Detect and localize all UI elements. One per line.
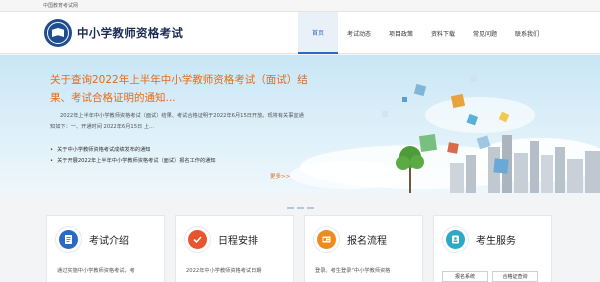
carousel-dot[interactable]	[286, 207, 294, 209]
main-nav: 首页 考试动态 项目政策 资料下载 常见问题 联系我们	[298, 12, 548, 54]
org-name[interactable]: 中国教育考试网	[43, 2, 78, 9]
headline-summary: 2022年上半年中小学教师资格考试（面试）结果、考试合格证明于2022年6月15…	[50, 113, 304, 130]
news-list: 关于中小学教师资格考试成绩发布的通知 关于开展2022年上半年中小学教师资格考试…	[50, 145, 216, 167]
more-link[interactable]: 更多>>	[270, 172, 290, 180]
nav-home[interactable]: 首页	[298, 12, 338, 54]
registration-icon	[313, 226, 340, 253]
document-icon	[55, 226, 82, 253]
carousel-indicator	[0, 203, 600, 213]
card-description: 通过实施中小学教师资格考试，考	[57, 268, 135, 274]
top-bar: 中国教育考试网	[0, 0, 600, 12]
nav-policy[interactable]: 项目政策	[380, 12, 422, 54]
registration-system-button[interactable]: 报名系统	[442, 271, 488, 282]
headline-link[interactable]: 关于查询2022年上半年中小学教师资格考试（面试）结果、考试合格证明的通知...	[50, 71, 310, 107]
checkmark-icon	[184, 226, 211, 253]
news-item[interactable]: 关于中小学教师资格考试成绩发布的通知	[50, 145, 216, 156]
site-title[interactable]: 中小学教师资格考试	[77, 25, 183, 41]
site-header: 中小学教师资格考试 首页 考试动态 项目政策 资料下载 常见问题 联系我们	[0, 12, 600, 54]
card-title: 日程安排	[218, 236, 258, 247]
hero-banner: 关于查询2022年上半年中小学教师资格考试（面试）结果、考试合格证明的通知...…	[0, 55, 600, 193]
news-item[interactable]: 关于开展2022年上半年中小学教师资格考试（面试）报名工作的通知	[50, 156, 215, 167]
person-id-icon	[442, 226, 469, 253]
card-title: 考试介绍	[89, 236, 129, 247]
certificate-query-button[interactable]: 合格证查询	[492, 271, 538, 282]
carousel-dot[interactable]	[306, 207, 314, 209]
card-description: 2022年中小学教师资格考试日期	[186, 268, 262, 274]
card-schedule[interactable]: 日程安排 2022年中小学教师资格考试日期	[175, 215, 294, 282]
service-buttons: 报名系统 合格证查询	[442, 271, 538, 282]
nav-downloads[interactable]: 资料下载	[422, 12, 464, 54]
card-candidate-service[interactable]: 考生服务 报名系统 合格证查询	[433, 215, 552, 282]
carousel-dot[interactable]	[296, 207, 304, 209]
card-description: 登录。考生登录“中小学教师资格	[315, 268, 391, 274]
feature-cards: 考试介绍 通过实施中小学教师资格考试，考 日程安排 2022年中小学教师资格考试…	[46, 215, 552, 282]
logo-icon[interactable]	[44, 19, 72, 47]
card-exam-intro[interactable]: 考试介绍 通过实施中小学教师资格考试，考	[46, 215, 165, 282]
nav-faq[interactable]: 常见问题	[464, 12, 506, 54]
card-title: 报名流程	[347, 236, 387, 247]
nav-contact[interactable]: 联系我们	[506, 12, 548, 54]
card-title: 考生服务	[476, 236, 516, 247]
card-registration[interactable]: 报名流程 登录。考生登录“中小学教师资格	[304, 215, 423, 282]
nav-exam-news[interactable]: 考试动态	[338, 12, 380, 54]
